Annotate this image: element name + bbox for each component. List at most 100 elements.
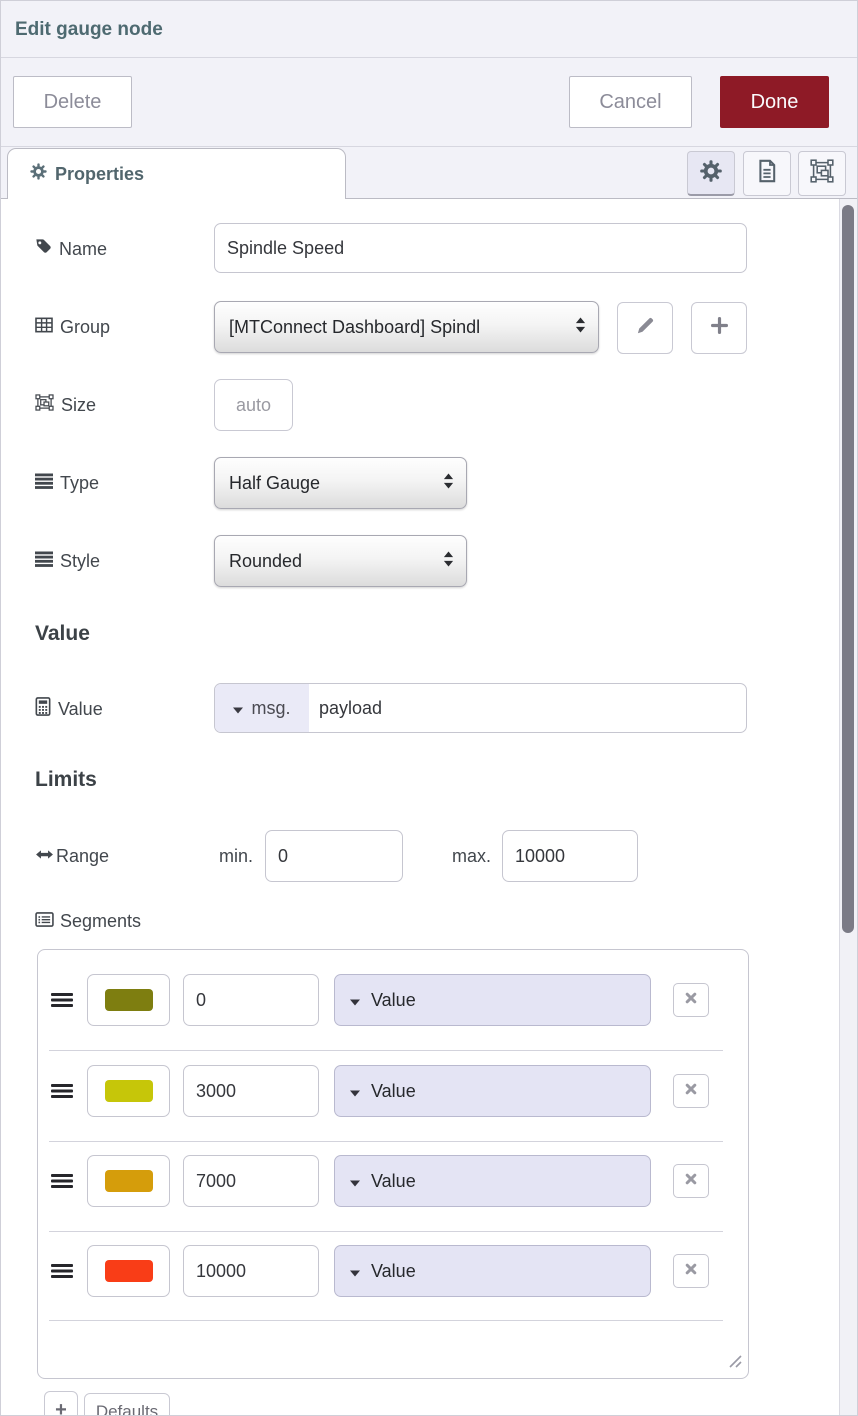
triangle-down-icon	[233, 698, 243, 719]
segment-color-swatch	[105, 1080, 153, 1102]
triangle-down-icon	[350, 1081, 360, 1102]
segment-color-button[interactable]	[87, 1065, 170, 1117]
cancel-button[interactable]: Cancel	[569, 76, 692, 128]
up-down-arrows-icon	[443, 551, 454, 572]
plus-icon	[711, 317, 728, 339]
segment-mode-dropdown[interactable]: Value	[334, 1245, 651, 1297]
range-min-input[interactable]	[265, 830, 403, 882]
tab-properties-label: Properties	[55, 164, 144, 185]
triangle-down-icon	[350, 990, 360, 1011]
gear-icon	[30, 163, 47, 185]
value-type-label: msg.	[251, 698, 290, 719]
range-max-label: max.	[429, 830, 491, 882]
segment-mode-label: Value	[371, 1171, 416, 1192]
segment-mode-dropdown[interactable]: Value	[334, 1155, 651, 1207]
segment-color-button[interactable]	[87, 1155, 170, 1207]
remove-segment-button[interactable]	[673, 1164, 709, 1198]
segment-row: Value	[38, 1065, 748, 1117]
appearance-icon	[810, 159, 834, 188]
value-property-input[interactable]	[309, 684, 746, 732]
properties-panel-button[interactable]	[687, 151, 735, 196]
edit-group-button[interactable]	[617, 302, 673, 354]
style-label: Style	[60, 551, 100, 572]
scrollbar-track[interactable]	[839, 199, 857, 1415]
scrollbar-thumb[interactable]	[842, 205, 854, 933]
x-icon	[685, 1082, 697, 1100]
range-min-label: min.	[191, 830, 253, 882]
description-panel-button[interactable]	[743, 151, 791, 196]
segment-row: Value	[38, 1155, 748, 1207]
segment-color-button[interactable]	[87, 1245, 170, 1297]
group-select-value: [MTConnect Dashboard] Spindl	[229, 317, 480, 338]
segment-value-input[interactable]	[183, 1245, 319, 1297]
list-alt-icon	[35, 911, 54, 932]
segment-color-swatch	[105, 1260, 153, 1282]
segment-color-swatch	[105, 989, 153, 1011]
size-auto-button[interactable]: auto	[214, 379, 293, 431]
name-input[interactable]	[214, 223, 747, 273]
drag-handle-icon[interactable]	[51, 1084, 75, 1098]
appearance-panel-button[interactable]	[798, 151, 846, 196]
x-icon	[685, 991, 697, 1009]
drag-handle-icon[interactable]	[51, 1174, 75, 1188]
value-typed-input: msg.	[214, 683, 747, 733]
object-group-icon	[35, 394, 54, 416]
segment-color-button[interactable]	[87, 974, 170, 1026]
tag-icon	[35, 238, 52, 260]
segment-value-input[interactable]	[183, 974, 319, 1026]
type-select-value: Half Gauge	[229, 473, 320, 494]
type-select[interactable]: Half Gauge	[214, 457, 467, 509]
drag-handle-icon[interactable]	[51, 993, 75, 1007]
range-max-input[interactable]	[502, 830, 638, 882]
up-down-arrows-icon	[575, 317, 586, 338]
segment-divider	[49, 1141, 723, 1142]
segment-row: Value	[38, 1245, 748, 1297]
range-label: Range	[56, 846, 109, 867]
list-icon	[35, 551, 53, 572]
edit-gauge-node-dialog: Edit gauge node Delete Cancel Done	[0, 0, 858, 1416]
dialog-header: Edit gauge node	[1, 1, 857, 58]
group-label: Group	[60, 317, 110, 338]
segment-value-input[interactable]	[183, 1065, 319, 1117]
segment-mode-dropdown[interactable]: Value	[334, 974, 651, 1026]
triangle-down-icon	[350, 1261, 360, 1282]
segment-divider	[49, 1320, 723, 1321]
segment-value-input[interactable]	[183, 1155, 319, 1207]
style-select[interactable]: Rounded	[214, 535, 467, 587]
remove-segment-button[interactable]	[673, 1074, 709, 1108]
remove-segment-button[interactable]	[673, 1254, 709, 1288]
resize-grip-icon[interactable]	[728, 1354, 743, 1374]
add-group-button[interactable]	[691, 302, 747, 354]
style-label-group: Style	[35, 535, 100, 587]
name-label: Name	[59, 239, 107, 260]
pencil-icon	[636, 316, 655, 340]
dialog-button-bar: Delete Cancel Done	[1, 58, 857, 147]
x-icon	[685, 1172, 697, 1190]
calculator-icon	[35, 697, 51, 721]
value-section-heading: Value	[35, 622, 90, 646]
value-type-dropdown[interactable]: msg.	[215, 684, 309, 732]
done-button[interactable]: Done	[720, 76, 829, 128]
tab-properties[interactable]: Properties	[7, 148, 346, 199]
remove-segment-button[interactable]	[673, 983, 709, 1017]
triangle-down-icon	[350, 1171, 360, 1192]
drag-handle-icon[interactable]	[51, 1264, 75, 1278]
add-segment-button[interactable]: +	[44, 1391, 78, 1416]
size-label-group: Size	[35, 379, 96, 431]
table-icon	[35, 317, 53, 338]
range-label-group: Range	[35, 830, 109, 882]
segments-list: Value Value	[37, 949, 749, 1379]
delete-button[interactable]: Delete	[13, 76, 132, 128]
segment-mode-dropdown[interactable]: Value	[334, 1065, 651, 1117]
x-icon	[685, 1262, 697, 1280]
size-label: Size	[61, 395, 96, 416]
segment-divider	[49, 1050, 723, 1051]
segment-mode-label: Value	[371, 990, 416, 1011]
editor-tab-row: Properties	[1, 147, 857, 199]
group-select[interactable]: [MTConnect Dashboard] Spindl	[214, 301, 599, 353]
segment-divider	[49, 1231, 723, 1232]
segments-label-group: Segments	[35, 895, 141, 947]
list-icon	[35, 473, 53, 494]
name-label-group: Name	[35, 223, 107, 275]
segments-defaults-button[interactable]: Defaults	[84, 1393, 170, 1416]
